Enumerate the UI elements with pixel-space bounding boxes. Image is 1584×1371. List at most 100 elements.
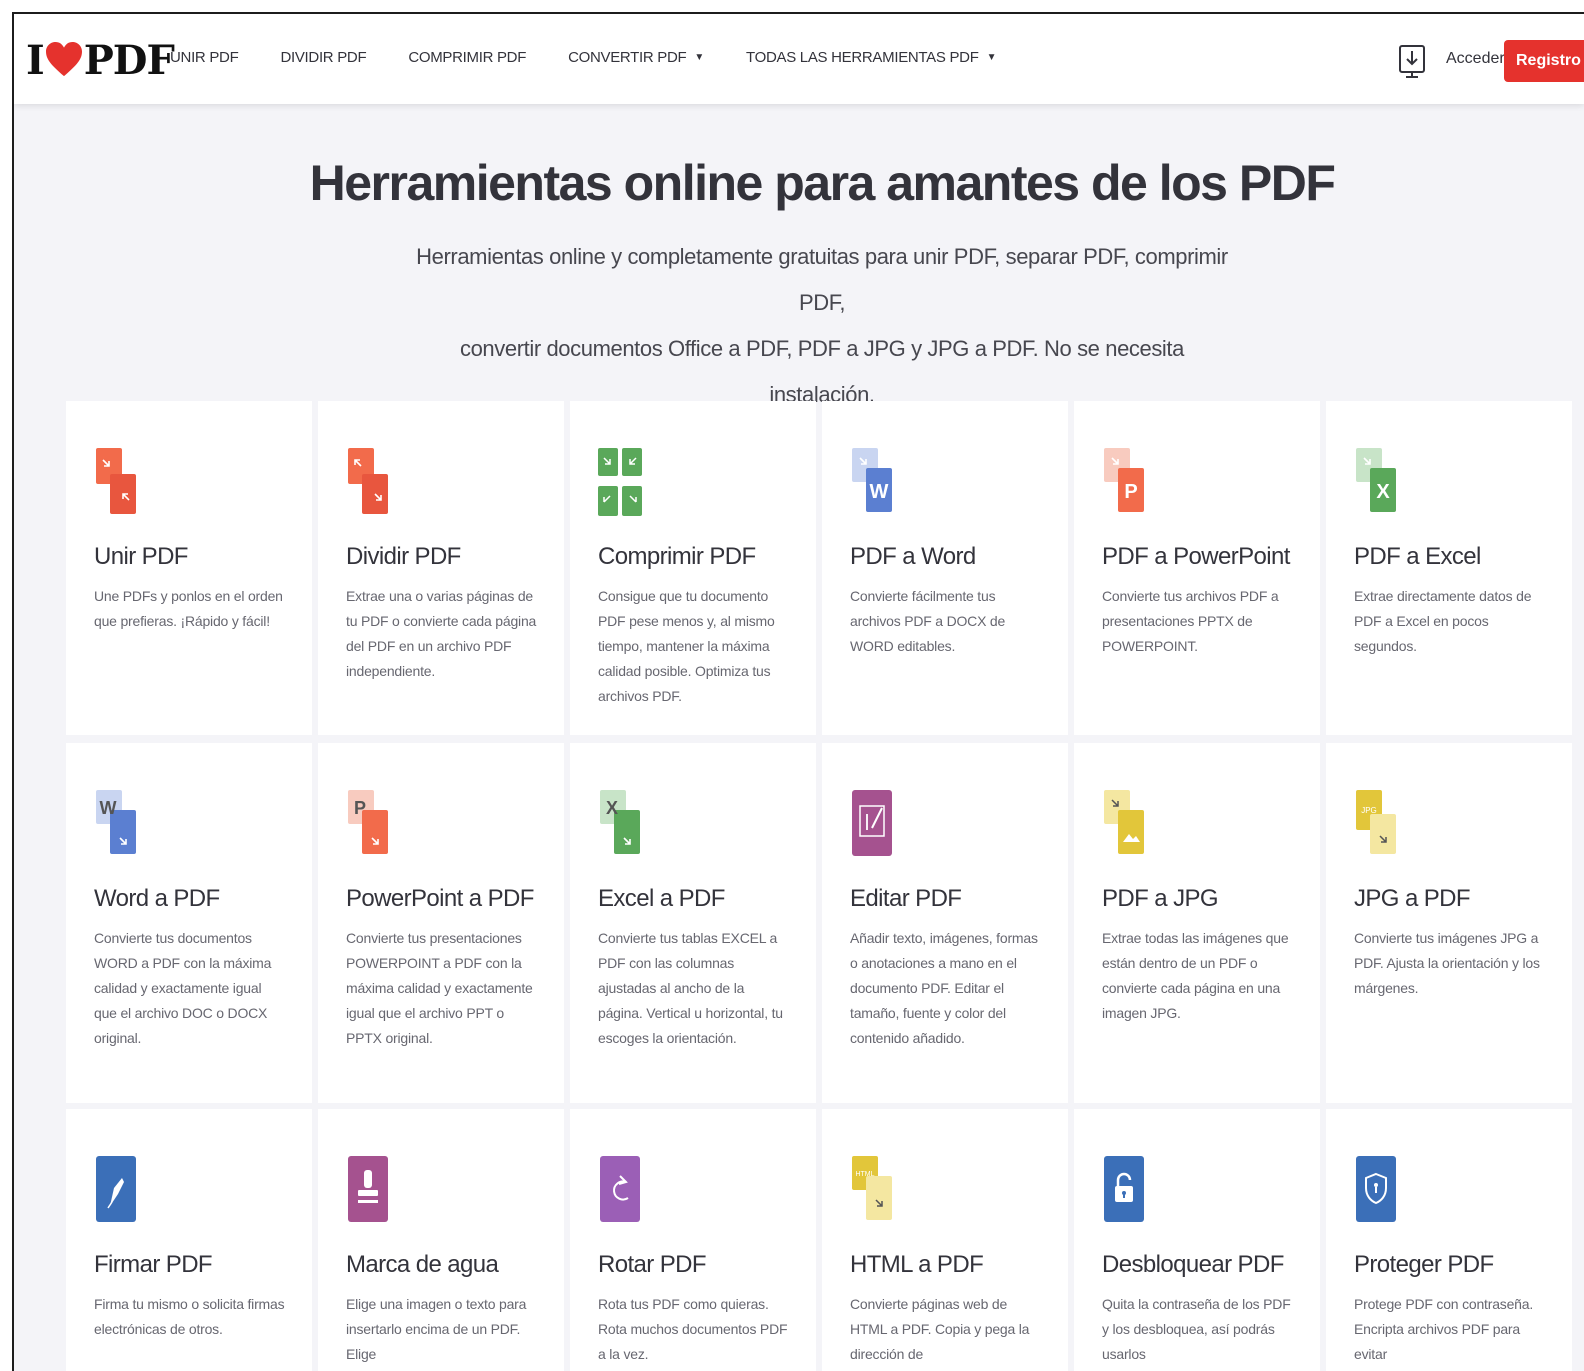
unlock-pdf-icon xyxy=(1102,1154,1148,1226)
tool-card-desbloquear-pdf[interactable]: Desbloquear PDF Quita la contraseña de lo… xyxy=(1074,1109,1320,1371)
tool-description: Extrae todas las imágenes que están dent… xyxy=(1102,930,1289,1021)
svg-text:W: W xyxy=(870,481,889,503)
tool-description: Convierte tus presentaciones POWERPOINT … xyxy=(346,930,533,1046)
nav-unir-pdf[interactable]: UNIR PDF xyxy=(170,49,239,66)
hero-subtitle-line-1: Herramientas online y completamente grat… xyxy=(416,244,1228,315)
nav-label: CONVERTIR PDF xyxy=(568,49,687,66)
svg-text:X: X xyxy=(1376,481,1390,503)
nav-todas-herramientas-dropdown[interactable]: TODAS LAS HERRAMIENTAS PDF ▼ xyxy=(746,49,996,66)
tool-title: Unir PDF xyxy=(94,543,188,570)
tool-card-html-a-pdf[interactable]: HTML HTML a PDF Convierte páginas web de H… xyxy=(822,1109,1068,1371)
tool-title: PDF a PowerPoint xyxy=(1102,543,1290,570)
nav-convertir-pdf-dropdown[interactable]: CONVERTIR PDF ▼ xyxy=(568,49,704,66)
tool-card-jpg-a-pdf[interactable]: JPG JPG a PDF Convierte tus imágenes JPG a… xyxy=(1326,743,1572,1103)
register-label: Registro xyxy=(1516,52,1581,69)
svg-text:X: X xyxy=(606,798,618,818)
tool-card-excel-a-pdf[interactable]: X Excel a PDF Convierte tus tablas EXCEL a… xyxy=(570,743,816,1103)
tool-description: Convierte tus archivos PDF a presentacio… xyxy=(1102,588,1279,654)
jpg-to-pdf-icon: JPG xyxy=(1354,788,1400,860)
compress-icon xyxy=(598,446,644,518)
tool-card-pdf-a-jpg[interactable]: PDF a JPG Extrae todas las imágenes que e… xyxy=(1074,743,1320,1103)
tool-description: Convierte tus tablas EXCEL a PDF con las… xyxy=(598,930,783,1046)
word-to-pdf-icon: W xyxy=(94,788,140,860)
tool-description: Extrae una o varias páginas de tu PDF o … xyxy=(346,588,537,679)
tool-title: Firmar PDF xyxy=(94,1251,213,1278)
tool-card-comprimir-pdf[interactable]: Comprimir PDF Consigue que tu documento P… xyxy=(570,401,816,735)
tool-card-firmar-pdf[interactable]: Firmar PDF Firma tu mismo o solicita firm… xyxy=(66,1109,312,1371)
tool-card-pdf-a-powerpoint[interactable]: P PDF a PowerPoint Convierte tus archivos … xyxy=(1074,401,1320,735)
watermark-icon xyxy=(346,1154,392,1226)
tool-description: Une PDFs y ponlos en el orden que prefie… xyxy=(94,588,283,629)
pdf-to-word-icon: W xyxy=(850,446,896,518)
tool-description: Convierte tus imágenes JPG a PDF. Ajusta… xyxy=(1354,930,1540,996)
logo-text-left: I xyxy=(26,36,45,84)
tool-description: Elige una imagen o texto para insertarlo… xyxy=(346,1296,527,1362)
nav-comprimir-pdf[interactable]: COMPRIMIR PDF xyxy=(408,49,526,66)
tool-description: Extrae directamente datos de PDF a Excel… xyxy=(1354,588,1532,654)
tool-card-editar-pdf[interactable]: Editar PDF Añadir texto, imágenes, formas… xyxy=(822,743,1068,1103)
ilovepdf-logo[interactable]: I PDF xyxy=(26,37,175,84)
tool-card-rotar-pdf[interactable]: Rotar PDF Rota tus PDF como quieras. Rota… xyxy=(570,1109,816,1371)
tool-title: Editar PDF xyxy=(850,885,962,912)
pdf-to-excel-icon: X xyxy=(1354,446,1400,518)
powerpoint-to-pdf-icon: P xyxy=(346,788,392,860)
svg-text:P: P xyxy=(354,798,366,818)
svg-text:P: P xyxy=(1124,481,1137,503)
tool-description: Convierte tus documentos WORD a PDF con … xyxy=(94,930,272,1046)
tool-description: Convierte fácilmente tus archivos PDF a … xyxy=(850,588,1006,654)
tool-title: Dividir PDF xyxy=(346,543,461,570)
tool-card-unir-pdf[interactable]: Unir PDF Une PDFs y ponlos en el orden qu… xyxy=(66,401,312,735)
nav-label: DIVIDIR PDF xyxy=(280,49,367,66)
tool-title: Proteger PDF xyxy=(1354,1251,1494,1278)
html-to-pdf-icon: HTML xyxy=(850,1154,896,1226)
tool-description: Rota tus PDF como quieras. Rota muchos d… xyxy=(598,1296,788,1362)
tool-description: Quita la contraseña de los PDF y los des… xyxy=(1102,1296,1291,1362)
top-header: I PDF UNIR PDF DIVIDIR PDF COMPRIMIR PDF… xyxy=(14,14,1584,104)
browser-viewport: I PDF UNIR PDF DIVIDIR PDF COMPRIMIR PDF… xyxy=(12,12,1584,1371)
caret-down-icon: ▼ xyxy=(986,52,997,63)
tool-description: Consigue que tu documento PDF pese menos… xyxy=(598,588,775,704)
main-nav: UNIR PDF DIVIDIR PDF COMPRIMIR PDF CONVE… xyxy=(170,49,1038,66)
tool-card-dividir-pdf[interactable]: Dividir PDF Extrae una o varias páginas d… xyxy=(318,401,564,735)
tool-description: Añadir texto, imágenes, formas o anotaci… xyxy=(850,930,1038,1046)
register-button[interactable]: Registro xyxy=(1504,40,1584,82)
caret-down-icon: ▼ xyxy=(694,52,705,63)
tool-description: Protege PDF con contraseña. Encripta arc… xyxy=(1354,1296,1534,1362)
pdf-to-jpg-icon xyxy=(1102,788,1148,860)
tool-title: PDF a JPG xyxy=(1102,885,1219,912)
nav-dividir-pdf[interactable]: DIVIDIR PDF xyxy=(280,49,366,66)
tool-card-proteger-pdf[interactable]: Proteger PDF Protege PDF con contraseña. … xyxy=(1326,1109,1572,1371)
tool-title: HTML a PDF xyxy=(850,1251,984,1278)
tool-title: Marca de agua xyxy=(346,1251,499,1278)
tool-card-powerpoint-a-pdf[interactable]: P PowerPoint a PDF Convierte tus presentac… xyxy=(318,743,564,1103)
desktop-download-icon[interactable] xyxy=(1398,44,1426,80)
tool-card-marca-de-agua[interactable]: Marca de agua Elige una imagen o texto pa… xyxy=(318,1109,564,1371)
login-link[interactable]: Acceder xyxy=(1446,50,1505,68)
tool-title: PDF a Word xyxy=(850,543,976,570)
nav-label: COMPRIMIR PDF xyxy=(408,49,527,66)
heart-icon xyxy=(45,42,82,77)
sign-pdf-icon xyxy=(94,1154,140,1226)
tool-title: Word a PDF xyxy=(94,885,220,912)
nav-label: TODAS LAS HERRAMIENTAS PDF xyxy=(746,49,979,66)
tool-card-pdf-a-word[interactable]: W PDF a Word Convierte fácilmente tus arch… xyxy=(822,401,1068,735)
pdf-to-powerpoint-icon: P xyxy=(1102,446,1148,518)
edit-pdf-icon xyxy=(850,788,896,860)
tool-title: Desbloquear PDF xyxy=(1102,1251,1284,1278)
merge-icon xyxy=(94,446,140,518)
tool-card-pdf-a-excel[interactable]: X PDF a Excel Extrae directamente datos de… xyxy=(1326,401,1572,735)
excel-to-pdf-icon: X xyxy=(598,788,644,860)
rotate-pdf-icon xyxy=(598,1154,644,1226)
tool-title: PDF a Excel xyxy=(1354,543,1481,570)
tool-description: Firma tu mismo o solicita firmas electró… xyxy=(94,1296,285,1337)
hero-subtitle: Herramientas online y completamente grat… xyxy=(414,234,1230,418)
tool-title: JPG a PDF xyxy=(1354,885,1471,912)
tool-title: Excel a PDF xyxy=(598,885,725,912)
nav-label: UNIR PDF xyxy=(170,49,239,66)
svg-text:HTML: HTML xyxy=(855,1171,874,1178)
logo-text-right: PDF xyxy=(83,36,175,84)
tool-title: Rotar PDF xyxy=(598,1251,707,1278)
tool-card-word-a-pdf[interactable]: W Word a PDF Convierte tus documentos WORD… xyxy=(66,743,312,1103)
tool-title: PowerPoint a PDF xyxy=(346,885,534,912)
tool-title: Comprimir PDF xyxy=(598,543,756,570)
